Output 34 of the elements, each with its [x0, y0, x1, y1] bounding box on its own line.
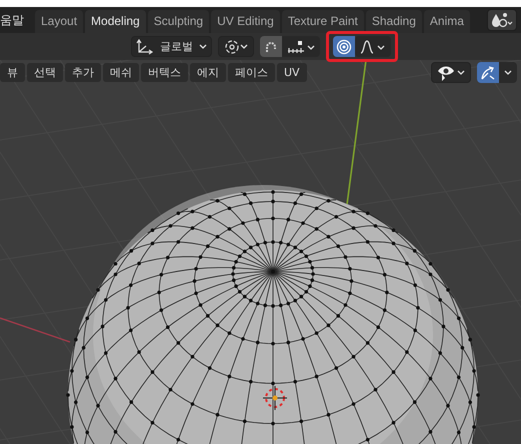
- viewport-menu[interactable]: 뷰: [0, 63, 25, 82]
- orientation-dropdown[interactable]: 글로벌: [131, 36, 212, 57]
- snap-toggle[interactable]: [260, 36, 282, 57]
- help-menu[interactable]: 움말: [0, 12, 34, 28]
- viewport-menu[interactable]: 에지: [190, 63, 226, 82]
- viewport-menu[interactable]: 메쉬: [103, 63, 139, 82]
- falloff-curve-icon: [359, 38, 387, 54]
- render-engine-button[interactable]: [487, 9, 517, 31]
- workspace-tab[interactable]: Sculpting: [148, 10, 210, 33]
- viewport-menu[interactable]: 선택: [27, 63, 63, 82]
- gizmo-arrows-icon: [479, 64, 497, 82]
- workspace-tab[interactable]: Shading: [366, 10, 422, 33]
- falloff-dropdown[interactable]: [355, 36, 391, 57]
- workspace-tab[interactable]: Anima: [424, 10, 470, 33]
- eye-cursor-icon: [436, 64, 466, 82]
- viewport-menu[interactable]: 추가: [65, 63, 101, 82]
- chevron-icon: [199, 44, 207, 50]
- target-icon: [336, 38, 352, 54]
- gizmo-toggle[interactable]: [477, 62, 499, 83]
- workspace-tab[interactable]: Modeling: [85, 10, 146, 33]
- viewport-menu[interactable]: UV: [277, 63, 307, 82]
- increment-icon: [286, 38, 316, 54]
- pivot-icon: [223, 38, 249, 54]
- viewport-menu[interactable]: 페이스: [228, 63, 275, 82]
- chevron-icon: [503, 68, 513, 76]
- visibility-dropdown[interactable]: [431, 62, 471, 83]
- workspace-tab[interactable]: Layout: [35, 10, 84, 33]
- workspace-tab[interactable]: UV Editing: [211, 10, 280, 33]
- viewport-menu[interactable]: 버텍스: [141, 63, 188, 82]
- drop-sphere-icon: [491, 12, 513, 28]
- axes-icon: [136, 38, 154, 54]
- pivot-dropdown[interactable]: [218, 36, 254, 57]
- workspace-tab[interactable]: Texture Paint: [282, 10, 364, 33]
- proportional-editing-toggle[interactable]: [333, 36, 355, 57]
